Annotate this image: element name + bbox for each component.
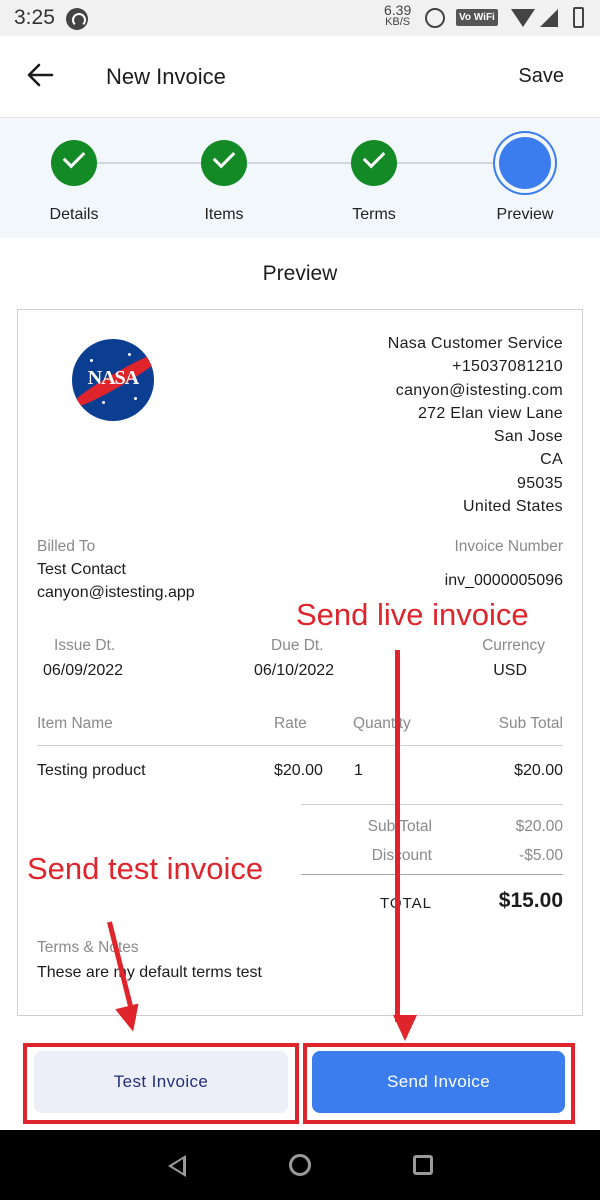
subtotal-value: $20.00 <box>515 818 563 835</box>
company-country: United States <box>463 498 563 516</box>
annotation-box-send <box>303 1043 575 1124</box>
signal-icon <box>540 9 558 27</box>
divider <box>37 745 563 746</box>
company-address: Nasa Customer Service +15037081210 canyo… <box>388 332 563 518</box>
discount-label: Discount <box>371 847 432 864</box>
step-details[interactable]: Details <box>14 140 134 224</box>
app-bar: New Invoice Save <box>0 36 600 118</box>
back-arrow-icon[interactable] <box>26 61 54 89</box>
network-speed-value: 6.39 <box>384 2 412 18</box>
company-state: CA <box>540 451 563 469</box>
issue-date: 06/09/2022 <box>43 662 124 679</box>
billed-to-name: Test Contact <box>37 561 126 578</box>
divider <box>301 874 563 875</box>
line-item-subtotal: $20.00 <box>514 762 563 779</box>
nasa-logo: NASA <box>72 339 154 421</box>
status-bar: 3:25 6.39 KB/S Vo WiFi <box>0 0 600 36</box>
network-speed: 6.39 KB/S <box>384 2 412 28</box>
annotation-box-test <box>23 1043 299 1124</box>
due-date: 06/10/2022 <box>254 662 335 679</box>
section-heading: Preview <box>262 262 338 285</box>
line-item-rate: $20.00 <box>274 762 323 779</box>
network-speed-unit: KB/S <box>385 16 411 28</box>
divider <box>301 804 563 805</box>
company-city: San Jose <box>493 428 563 446</box>
invoice-preview-card: NASA Nasa Customer Service +15037081210 … <box>17 309 583 1016</box>
total-value: $15.00 <box>498 889 563 912</box>
logo-text: NASA <box>87 367 139 389</box>
step-label: Details <box>49 206 99 223</box>
due-date-label: Due Dt. <box>271 637 324 654</box>
alarm-icon <box>425 8 445 28</box>
nav-back-icon[interactable] <box>168 1155 186 1177</box>
billed-to-email: canyon@istesting.app <box>37 584 195 601</box>
issue-date-label: Issue Dt. <box>54 637 116 654</box>
column-header-rate: Rate <box>274 715 307 732</box>
company-street: 272 Elan view Lane <box>417 404 563 422</box>
page-title: New Invoice <box>106 64 226 89</box>
invoice-number: inv_0000005096 <box>444 572 563 589</box>
status-time: 3:25 <box>14 6 55 29</box>
billed-to-label: Billed To <box>37 538 96 555</box>
wifi-icon <box>511 9 535 27</box>
company-phone: +15037081210 <box>452 358 563 376</box>
step-label: Items <box>204 206 244 223</box>
save-button[interactable]: Save <box>518 65 564 88</box>
column-header-sub-total: Sub Total <box>498 715 563 732</box>
company-zip: 95035 <box>517 474 563 492</box>
vowifi-badge: Vo WiFi <box>456 9 498 26</box>
column-header-quantity: Quantity <box>353 715 411 732</box>
nav-recents-icon[interactable] <box>413 1155 433 1175</box>
progress-stepper: Details Items Terms Preview <box>0 118 600 238</box>
terms-label: Terms & Notes <box>37 939 139 956</box>
step-preview[interactable]: Preview <box>465 137 585 224</box>
discount-value: -$5.00 <box>519 847 563 864</box>
terms-text: These are my default terms test <box>37 964 262 981</box>
battery-icon <box>573 7 584 28</box>
check-icon <box>351 140 397 186</box>
system-nav-bar <box>0 1130 600 1200</box>
step-label: Preview <box>496 206 554 223</box>
company-name: Nasa Customer Service <box>387 335 563 352</box>
annotation-arrow-head <box>393 1015 417 1041</box>
annotation-arrow-live <box>395 650 400 1022</box>
annotation-send-test: Send test invoice <box>27 851 264 886</box>
headset-icon <box>66 8 88 30</box>
currency-value: USD <box>493 662 527 679</box>
line-item-quantity: 1 <box>354 762 363 779</box>
step-label: Terms <box>352 206 396 223</box>
check-icon <box>201 140 247 186</box>
step-terms[interactable]: Terms <box>314 140 434 224</box>
nav-home-icon[interactable] <box>289 1154 311 1176</box>
current-step-indicator <box>499 137 551 189</box>
invoice-number-label: Invoice Number <box>454 538 563 555</box>
step-items[interactable]: Items <box>164 140 284 224</box>
currency-label: Currency <box>482 637 545 654</box>
total-label: TOTAL <box>380 895 432 912</box>
annotation-send-live: Send live invoice <box>296 597 529 632</box>
line-item-name: Testing product <box>37 762 146 779</box>
check-icon <box>51 140 97 186</box>
column-header-item-name: Item Name <box>37 715 113 732</box>
company-email: canyon@istesting.com <box>395 381 563 399</box>
